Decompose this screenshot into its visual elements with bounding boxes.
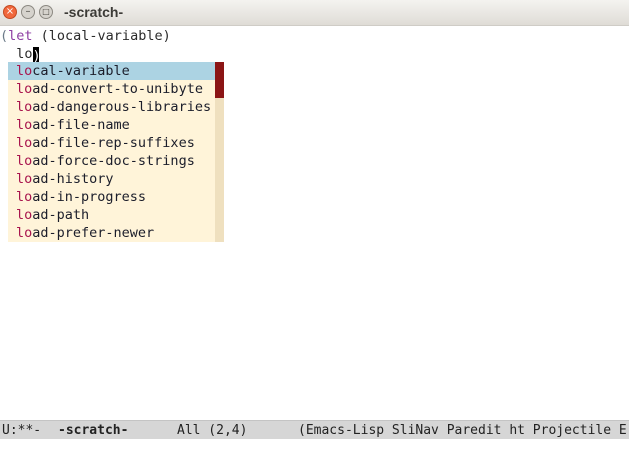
completion-match-prefix: lo xyxy=(16,117,33,133)
mode-line: U:**- -scratch- All (2,4) (Emacs-Lisp Sl… xyxy=(0,420,629,439)
modeline-status: U:**- xyxy=(2,423,42,438)
completion-match-prefix: lo xyxy=(16,153,33,169)
minibuffer[interactable] xyxy=(0,439,629,453)
completion-item-rest: ad-file-rep-suffixes xyxy=(32,135,195,151)
text-cursor: ) xyxy=(32,47,41,64)
completion-item-rest: ad-prefer-newer xyxy=(32,225,155,241)
let-keyword: let xyxy=(8,28,33,44)
modeline-buffer-name[interactable]: -scratch- xyxy=(58,421,128,439)
completion-item-rest: ad-dangerous-libraries xyxy=(32,99,212,115)
modeline-position: All (2,4) xyxy=(177,423,248,438)
minimize-window-button[interactable]: – xyxy=(21,5,35,19)
let-bindings: (local-variable) xyxy=(32,28,171,44)
completion-item-rest: cal-variable xyxy=(32,63,130,79)
window-titlebar: × – □ -scratch- xyxy=(0,0,629,26)
modeline-modes[interactable]: (Emacs-Lisp SliNav Paredit ht Projectile… xyxy=(298,421,627,439)
completion-match-prefix: lo xyxy=(16,171,33,187)
completion-match-prefix: lo xyxy=(16,207,33,223)
typed-prefix: lo xyxy=(16,46,33,62)
completion-match-prefix: lo xyxy=(16,63,33,79)
maximize-window-button[interactable]: □ xyxy=(39,5,53,19)
completion-item[interactable]: load-file-name xyxy=(8,116,215,134)
completion-item-rest: ad-history xyxy=(32,171,114,187)
completion-item-rest: ad-file-name xyxy=(32,117,130,133)
open-paren: ( xyxy=(0,28,9,44)
popup-scrollbar-thumb[interactable] xyxy=(215,62,224,98)
completion-item[interactable]: load-in-progress xyxy=(8,188,215,206)
completion-item[interactable]: load-path xyxy=(8,206,215,224)
completion-match-prefix: lo xyxy=(16,81,33,97)
completion-item[interactable]: load-dangerous-libraries xyxy=(8,98,215,116)
completion-popup: local-variable load-convert-to-unibyte loa… xyxy=(8,62,224,242)
completion-match-prefix: lo xyxy=(16,225,33,241)
completion-item[interactable]: local-variable xyxy=(8,62,215,80)
completion-match-prefix: lo xyxy=(16,189,33,205)
completion-match-prefix: lo xyxy=(16,135,33,151)
completion-item[interactable]: load-convert-to-unibyte xyxy=(8,80,215,98)
completion-item-rest: ad-convert-to-unibyte xyxy=(32,81,203,97)
completion-item[interactable]: load-history xyxy=(8,170,215,188)
completion-item[interactable]: load-prefer-newer xyxy=(8,224,215,242)
code-line-1: (let (local-variable) xyxy=(0,27,171,45)
completion-match-prefix: lo xyxy=(16,99,33,115)
window-title: -scratch- xyxy=(64,4,124,20)
code-line-2: lo) xyxy=(0,45,41,64)
close-window-button[interactable]: × xyxy=(3,5,17,19)
editor-buffer[interactable]: (let (local-variable) lo) local-variable… xyxy=(0,26,629,420)
completion-item-rest: ad-in-progress xyxy=(32,189,147,205)
completion-item[interactable]: load-file-rep-suffixes xyxy=(8,134,215,152)
completion-item-rest: ad-force-doc-strings xyxy=(32,153,195,169)
completion-item-rest: ad-path xyxy=(32,207,90,223)
completion-item[interactable]: load-force-doc-strings xyxy=(8,152,215,170)
